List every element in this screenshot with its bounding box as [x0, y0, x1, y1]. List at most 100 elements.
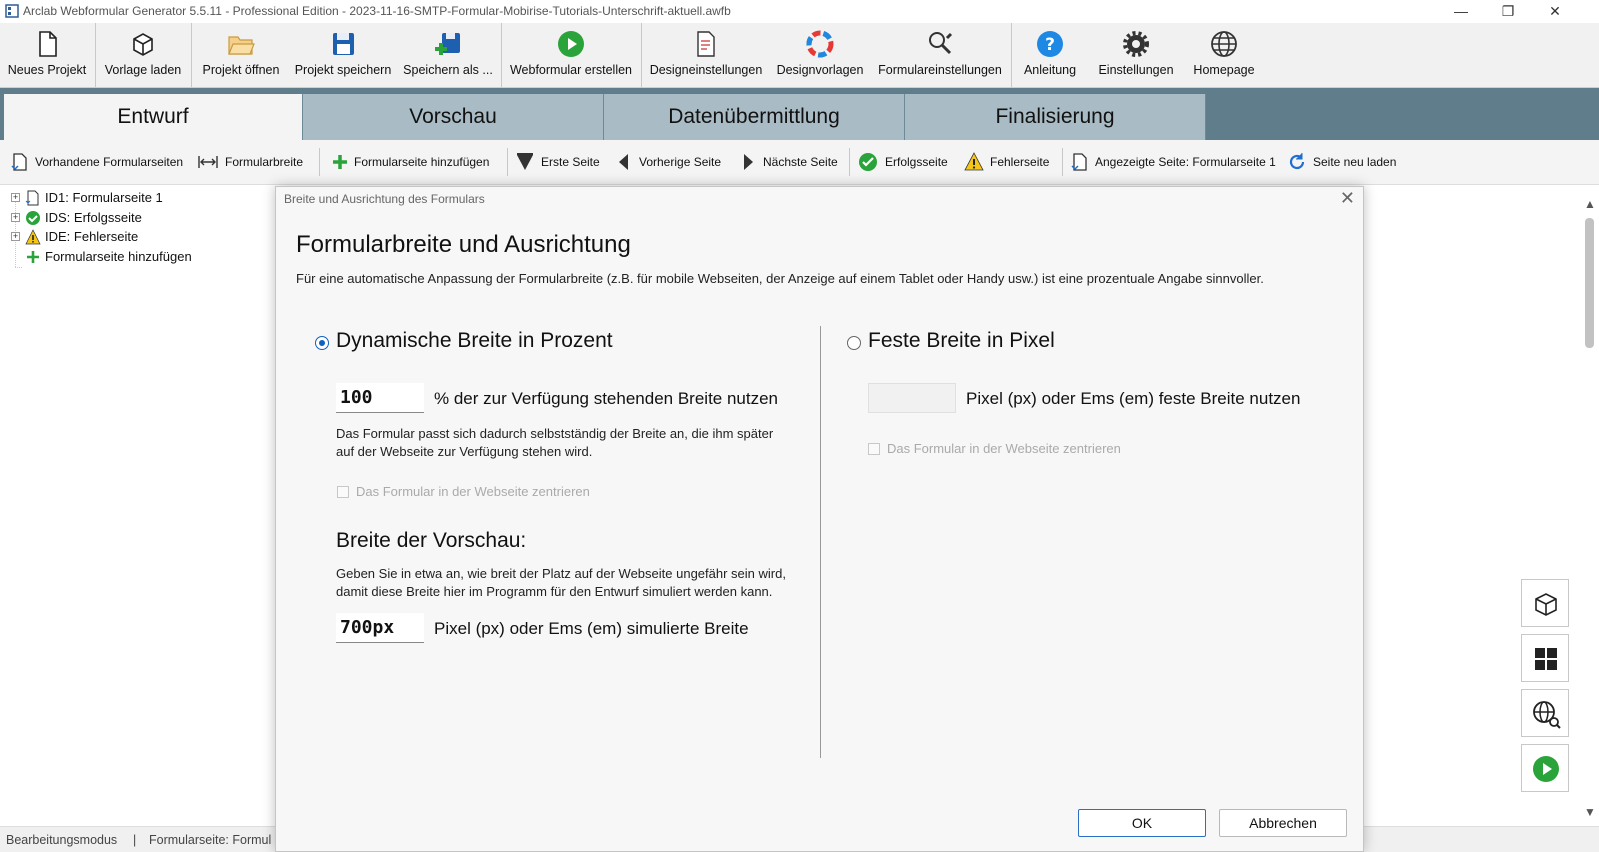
success-page-button[interactable]: Erfolgsseite: [858, 150, 950, 174]
create-webform-button[interactable]: Webformular erstellen: [502, 23, 640, 87]
homepage-button[interactable]: Homepage: [1184, 23, 1264, 87]
dialog-close-button[interactable]: ✕: [1340, 188, 1355, 209]
open-project-button[interactable]: Projekt öffnen: [192, 23, 290, 87]
quick-template-button[interactable]: [1521, 579, 1569, 627]
toolbar-label: Formularbreite: [225, 155, 304, 169]
toolbar-label: Formulareinstellungen: [878, 63, 1002, 77]
tree-item-page1[interactable]: + ID1: Formularseite 1: [11, 188, 271, 208]
center-form-checkbox-fixed[interactable]: [868, 443, 880, 455]
tree-item-success[interactable]: + IDS: Erfolgsseite: [11, 208, 271, 228]
toolbar-label: Vorherige Seite: [639, 155, 722, 169]
new-document-icon: [39, 31, 57, 57]
toolbar-label: Designeinstellungen: [649, 63, 763, 77]
form-settings-button[interactable]: Formulareinstellungen: [870, 23, 1010, 87]
page-tree: + ID1: Formularseite 1 + IDS: Erfolgssei…: [0, 186, 275, 826]
app-logo-icon: [5, 4, 19, 18]
design-templates-button[interactable]: Designvorlagen: [770, 23, 870, 87]
scrollbar-thumb[interactable]: [1585, 218, 1594, 348]
quick-web-preview-button[interactable]: [1521, 689, 1569, 737]
floppy-disk-icon: [333, 33, 354, 55]
dialog-title: Breite und Ausrichtung des Formulars: [284, 192, 485, 206]
dynamic-width-label[interactable]: Dynamische Breite in Prozent: [336, 329, 613, 353]
tab-vorschau[interactable]: Vorschau: [303, 94, 604, 140]
dialog-intro: Für eine automatische Anpassung der Form…: [296, 271, 1264, 286]
tree-expander[interactable]: +: [11, 213, 20, 222]
ok-button[interactable]: OK: [1078, 809, 1206, 837]
success-check-icon: [859, 153, 877, 171]
minimize-button[interactable]: —: [1438, 0, 1484, 23]
toolbar-label: Neues Projekt: [7, 63, 87, 77]
scroll-down-icon[interactable]: ▼: [1583, 805, 1597, 819]
page-icon: [25, 190, 39, 206]
toolbar-label: Angezeigte Seite: Formularseite 1: [1095, 155, 1276, 169]
toolbar-label: Einstellungen: [1098, 63, 1174, 77]
dynamic-note-line2: auf der Webseite zur Verfügung stehen wi…: [336, 444, 593, 459]
toolbar-label: Speichern als ...: [403, 63, 493, 77]
next-page-button[interactable]: Nächste Seite: [738, 150, 838, 174]
save-as-button[interactable]: Speichern als ...: [396, 23, 500, 87]
tree-expander[interactable]: +: [11, 232, 20, 241]
canvas-scrollbar[interactable]: ▲ ▼: [1580, 193, 1599, 823]
add-form-page-button[interactable]: Formularseite hinzufügen: [330, 150, 496, 174]
error-page-button[interactable]: Fehlerseite: [964, 150, 1050, 174]
toolbar-label: Formularseite hinzufügen: [354, 155, 490, 169]
existing-pages-button[interactable]: Vorhandene Formularseiten: [10, 150, 184, 174]
first-page-button[interactable]: Erste Seite: [515, 150, 600, 174]
status-page: Formularseite: Formul: [149, 833, 272, 847]
success-check-icon: [26, 211, 40, 225]
help-icon: ?: [1037, 31, 1063, 57]
warning-icon: [25, 229, 41, 245]
settings-button[interactable]: Einstellungen: [1088, 23, 1184, 87]
toolbar-label: Vorhandene Formularseiten: [35, 155, 184, 169]
guide-button[interactable]: ? Anleitung: [1012, 23, 1088, 87]
quick-run-button[interactable]: [1521, 744, 1569, 792]
load-template-button[interactable]: Vorlage laden: [96, 23, 190, 87]
quick-grid-button[interactable]: [1521, 634, 1569, 682]
preview-width-unit: Pixel (px) oder Ems (em) simulierte Brei…: [434, 619, 749, 638]
status-mode: Bearbeitungsmodus: [6, 833, 118, 847]
restore-button[interactable]: ❐: [1485, 0, 1531, 23]
globe-icon: [1211, 31, 1237, 57]
play-green-icon: [558, 31, 584, 57]
plus-icon: [27, 251, 39, 263]
toolbar-divider: [1062, 148, 1063, 176]
window-title: Arclab Webformular Generator 5.5.11 - Pr…: [23, 4, 731, 18]
save-project-button[interactable]: Projekt speichern: [291, 23, 395, 87]
design-settings-button[interactable]: Designeinstellungen: [642, 23, 770, 87]
title-bar: Arclab Webformular Generator 5.5.11 - Pr…: [0, 0, 1599, 23]
toolbar-label: Homepage: [1193, 63, 1255, 77]
fixed-width-unit: Pixel (px) oder Ems (em) feste Breite nu…: [966, 389, 1301, 408]
first-page-icon: [517, 153, 533, 170]
previous-page-button[interactable]: Vorherige Seite: [615, 150, 723, 174]
design-document-icon: [697, 31, 715, 57]
tree-item-error[interactable]: + IDE: Fehlerseite: [11, 227, 271, 247]
preview-width-input[interactable]: 700px: [336, 613, 424, 643]
toolbar-divider: [319, 148, 320, 176]
reload-page-button[interactable]: Seite neu laden: [1287, 150, 1399, 174]
scroll-up-icon[interactable]: ▲: [1583, 197, 1597, 211]
folder-open-icon: [228, 36, 255, 55]
fixed-width-label[interactable]: Feste Breite in Pixel: [868, 329, 1055, 353]
tree-item-add-page[interactable]: Formularseite hinzufügen: [11, 247, 271, 267]
tab-datenuebermittlung[interactable]: Datenübermittlung: [604, 94, 905, 140]
warning-icon: [964, 152, 984, 171]
fixed-width-input[interactable]: [868, 383, 956, 413]
tree-expander[interactable]: +: [11, 193, 20, 202]
new-project-button[interactable]: Neues Projekt: [0, 23, 94, 87]
tab-entwurf[interactable]: Entwurf: [4, 94, 303, 140]
color-wheel-icon: [806, 30, 834, 58]
center-form-checkbox-dynamic[interactable]: [337, 486, 349, 498]
percent-width-input[interactable]: 100: [336, 383, 424, 413]
tree-item-label: ID1: Formularseite 1: [45, 190, 163, 205]
dynamic-width-radio[interactable]: [315, 336, 329, 350]
dialog-heading: Formularbreite und Ausrichtung: [296, 231, 631, 258]
current-page-button[interactable]: Angezeigte Seite: Formularseite 1: [1070, 150, 1276, 174]
tools-wrench-icon: [929, 32, 953, 55]
fixed-width-radio[interactable]: [847, 336, 861, 350]
tree-item-label: IDE: Fehlerseite: [45, 229, 139, 244]
close-window-button[interactable]: ✕: [1532, 0, 1578, 23]
cancel-button[interactable]: Abbrechen: [1219, 809, 1347, 837]
tab-finalisierung[interactable]: Finalisierung: [905, 94, 1206, 140]
form-width-button[interactable]: Formularbreite: [198, 150, 306, 174]
main-toolbar: Neues Projekt Vorlage laden Projekt öffn…: [0, 23, 1599, 88]
